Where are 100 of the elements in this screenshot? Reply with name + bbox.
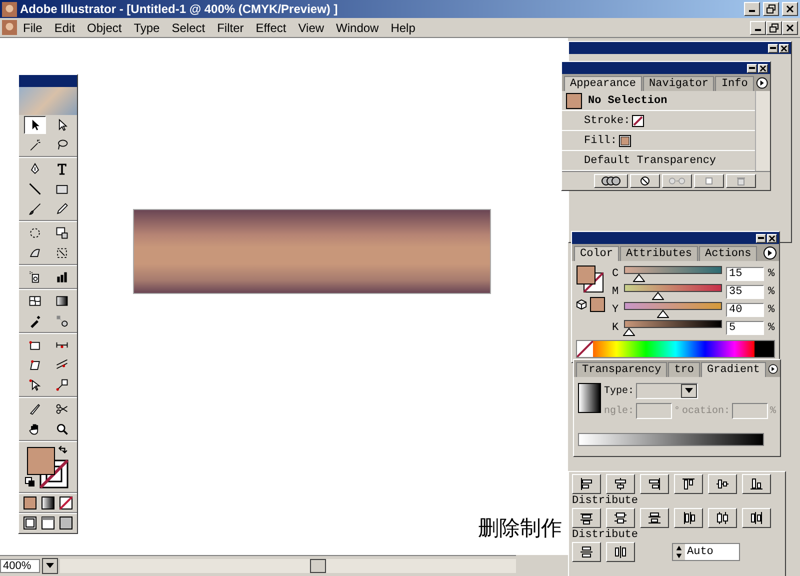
zoom-icon — [54, 422, 68, 436]
channel-label: K — [612, 322, 620, 334]
percent-label: % — [768, 268, 776, 280]
default-colors-icon[interactable] — [25, 477, 35, 487]
menu-item[interactable]: Window — [330, 20, 385, 34]
palette-menu-icon[interactable] — [763, 246, 777, 260]
channel-value-field[interactable]: 35 — [726, 284, 764, 298]
palette-tab[interactable]: Attributes — [620, 246, 698, 261]
fill-swatch — [619, 134, 632, 146]
horizontal-scrollbar[interactable] — [60, 559, 516, 573]
close-button[interactable] — [767, 234, 777, 242]
align-bottom-button[interactable] — [742, 474, 771, 494]
dist-right-icon — [748, 510, 765, 526]
type-dropdown[interactable] — [636, 383, 698, 399]
align-left-button[interactable] — [572, 474, 601, 494]
align-right-icon — [646, 476, 663, 492]
space-vertical-button[interactable] — [572, 542, 601, 562]
fill-stroke-swatch[interactable] — [576, 265, 604, 293]
align-middle-button[interactable] — [708, 474, 737, 494]
space-horizontal-button[interactable] — [606, 542, 635, 562]
select-tool-button[interactable] — [24, 116, 46, 134]
menu-item[interactable]: Type — [128, 20, 166, 34]
align-top-icon — [680, 476, 697, 492]
spacing-field[interactable]: Auto — [672, 543, 740, 561]
minimize-icon — [755, 28, 761, 30]
channel-slider[interactable] — [624, 266, 722, 282]
align-right-button[interactable] — [640, 474, 669, 494]
line-icon — [28, 182, 42, 196]
selection-heading: No Selection — [588, 94, 668, 106]
gradient-mode-icon[interactable] — [41, 496, 55, 510]
minimize-button[interactable] — [744, 2, 760, 16]
menu-item[interactable]: Object — [81, 20, 128, 34]
gradient-ramp[interactable] — [578, 433, 764, 446]
none-mode-icon[interactable] — [59, 496, 73, 510]
zoom-field[interactable]: 400% — [0, 559, 40, 573]
channel-value-field[interactable]: 5 — [726, 320, 764, 334]
menu-item[interactable]: Filter — [211, 20, 250, 34]
close-button[interactable] — [779, 44, 789, 52]
palette-tab[interactable]: Color — [574, 246, 620, 261]
none-swatch[interactable] — [577, 341, 593, 357]
menu-item[interactable]: File — [17, 20, 48, 34]
dist-middle-button[interactable] — [708, 508, 737, 528]
reduce-basic-button[interactable] — [662, 174, 692, 188]
channel-slider[interactable] — [624, 320, 722, 336]
align-top-button[interactable] — [674, 474, 703, 494]
minimize-button[interactable] — [756, 234, 766, 242]
color-spectrum-bar[interactable] — [576, 340, 775, 358]
menu-item[interactable]: Help — [384, 20, 422, 34]
dist-top-button[interactable] — [572, 508, 601, 528]
color-mode-icon[interactable] — [23, 496, 37, 510]
circles-arrow-icon — [669, 176, 685, 186]
swap-arrow-icon[interactable] — [57, 445, 68, 456]
appearance-attribute[interactable]: Default Transparency — [584, 154, 716, 166]
duplicate-button[interactable] — [694, 174, 724, 188]
dist-right-button[interactable] — [742, 508, 771, 528]
delete-button[interactable] — [726, 174, 756, 188]
screen-mode-icon[interactable] — [59, 516, 73, 530]
channel-label: M — [612, 286, 620, 298]
minimize-button[interactable] — [768, 44, 778, 52]
channel-label: Y — [612, 304, 620, 316]
magic-wand-icon — [28, 138, 42, 152]
channel-slider[interactable] — [624, 284, 722, 300]
spinner-arrows-icon[interactable] — [673, 544, 685, 560]
percent-label: % — [770, 406, 776, 416]
restore-button[interactable] — [766, 20, 782, 34]
toolbox-title-bar — [19, 75, 77, 87]
clear-button[interactable] — [630, 174, 660, 188]
dist-left-button[interactable] — [674, 508, 703, 528]
palette-tab[interactable]: Actions — [699, 246, 758, 261]
menu-item[interactable]: Effect — [250, 20, 292, 34]
restore-button[interactable] — [763, 2, 779, 16]
scrollbar[interactable] — [755, 91, 770, 171]
channel-slider[interactable] — [624, 302, 722, 318]
menu-item[interactable]: View — [292, 20, 330, 34]
menu-item[interactable]: Edit — [48, 20, 82, 34]
dist-center-button[interactable] — [606, 508, 635, 528]
channel-value-field[interactable]: 40 — [726, 302, 764, 316]
cube-icon[interactable] — [576, 299, 587, 310]
fill-swatch[interactable] — [27, 447, 55, 475]
type-icon — [54, 162, 68, 176]
palette-tab[interactable]: Navigator — [643, 76, 714, 91]
minimize-button[interactable] — [750, 20, 766, 34]
palette-tab[interactable]: Appearance — [564, 76, 642, 91]
screen-mode-icon[interactable] — [41, 516, 55, 530]
label-icon — [54, 378, 68, 392]
appearance-attribute[interactable]: Fill: — [584, 134, 618, 146]
new-art-button[interactable] — [594, 174, 628, 188]
appearance-attribute[interactable]: Stroke: — [584, 114, 630, 126]
align-center-button[interactable] — [606, 474, 635, 494]
palette-menu-icon[interactable] — [756, 76, 768, 90]
channel-value-field[interactable]: 15 — [726, 266, 764, 280]
screen-mode-icon[interactable] — [23, 516, 37, 530]
color-swatch[interactable] — [590, 297, 605, 312]
menu-item[interactable]: Select — [166, 20, 212, 34]
free-transform-icon — [54, 246, 68, 260]
palette-tab[interactable]: Info — [715, 76, 754, 91]
palette-menu-icon[interactable] — [768, 362, 778, 376]
dist-bottom-button[interactable] — [640, 508, 669, 528]
minimize-button[interactable] — [747, 64, 757, 72]
close-button[interactable] — [758, 64, 768, 72]
